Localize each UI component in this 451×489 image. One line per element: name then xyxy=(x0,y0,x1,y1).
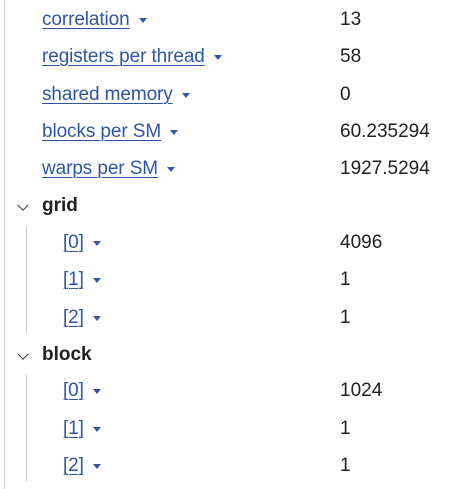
property-key-label: registers per thread xyxy=(42,45,205,67)
property-value: 60.235294 xyxy=(340,120,430,142)
chevron-down-icon[interactable] xyxy=(17,348,29,360)
property-value: 0 xyxy=(340,83,351,105)
index-key-label: [0] xyxy=(63,379,84,401)
block-item-row: [1] 1 xyxy=(0,410,451,447)
property-key-label: correlation xyxy=(42,8,130,30)
index-key-label: [2] xyxy=(63,306,84,328)
grid-value: 1 xyxy=(340,306,351,328)
blocks-per-sm-key-link[interactable]: blocks per SM xyxy=(42,120,179,143)
block-value: 1024 xyxy=(340,379,383,401)
property-key-label: blocks per SM xyxy=(42,120,162,142)
index-key-label: [2] xyxy=(63,454,84,476)
block-section-title: block xyxy=(42,343,92,365)
grid-index-2-link[interactable]: [2] xyxy=(63,307,101,329)
block-item-row: [0] 1024 xyxy=(0,372,451,409)
grid-item-row: [1] 1 xyxy=(0,261,451,298)
caret-down-icon[interactable] xyxy=(92,464,101,469)
property-row-registers-per-thread: registers per thread 58 xyxy=(0,38,451,75)
grid-section-title: grid xyxy=(42,194,78,216)
block-index-1-link[interactable]: [1] xyxy=(63,418,101,440)
registers-per-thread-key-link[interactable]: registers per thread xyxy=(42,46,222,68)
block-value: 1 xyxy=(340,454,351,476)
property-value: 13 xyxy=(340,8,362,30)
caret-down-icon[interactable] xyxy=(92,389,101,394)
property-row-correlation: correlation 13 xyxy=(0,1,451,38)
caret-down-icon[interactable] xyxy=(92,278,101,283)
caret-down-icon[interactable] xyxy=(92,427,101,432)
caret-down-icon[interactable] xyxy=(92,241,101,246)
caret-down-icon[interactable] xyxy=(213,55,222,60)
property-key-label: shared memory xyxy=(42,83,173,105)
block-section-toggle[interactable]: block xyxy=(0,336,451,373)
caret-down-icon[interactable] xyxy=(138,18,147,23)
caret-down-icon[interactable] xyxy=(170,130,179,135)
chevron-down-icon[interactable] xyxy=(17,199,29,211)
correlation-key-link[interactable]: correlation xyxy=(42,9,147,31)
index-key-label: [1] xyxy=(63,268,84,290)
warps-per-sm-key-link[interactable]: warps per SM xyxy=(42,157,176,180)
block-item-row: [2] 1 xyxy=(0,447,451,484)
caret-down-icon[interactable] xyxy=(181,93,190,98)
grid-value: 1 xyxy=(340,268,351,290)
index-key-label: [1] xyxy=(63,417,84,439)
caret-down-icon[interactable] xyxy=(92,316,101,321)
caret-down-icon[interactable] xyxy=(167,167,176,172)
grid-item-row: [2] 1 xyxy=(0,299,451,336)
grid-item-row: [0] 4096 xyxy=(0,224,451,261)
grid-section-toggle[interactable]: grid xyxy=(0,187,451,224)
block-index-2-link[interactable]: [2] xyxy=(63,455,101,477)
shared-memory-key-link[interactable]: shared memory xyxy=(42,84,190,106)
index-key-label: [0] xyxy=(63,231,84,253)
properties-panel: correlation 13 registers per thread 58 s… xyxy=(0,0,451,489)
grid-value: 4096 xyxy=(340,231,383,253)
property-value: 1927.5294 xyxy=(340,157,430,179)
grid-index-0-link[interactable]: [0] xyxy=(63,232,101,254)
property-value: 58 xyxy=(340,45,362,67)
property-row-warps-per-sm: warps per SM 1927.5294 xyxy=(0,150,451,187)
block-index-0-link[interactable]: [0] xyxy=(63,380,101,402)
property-row-shared-memory: shared memory 0 xyxy=(0,76,451,113)
property-key-label: warps per SM xyxy=(42,157,159,179)
property-row-blocks-per-sm: blocks per SM 60.235294 xyxy=(0,113,451,150)
grid-index-1-link[interactable]: [1] xyxy=(63,269,101,291)
block-value: 1 xyxy=(340,417,351,439)
